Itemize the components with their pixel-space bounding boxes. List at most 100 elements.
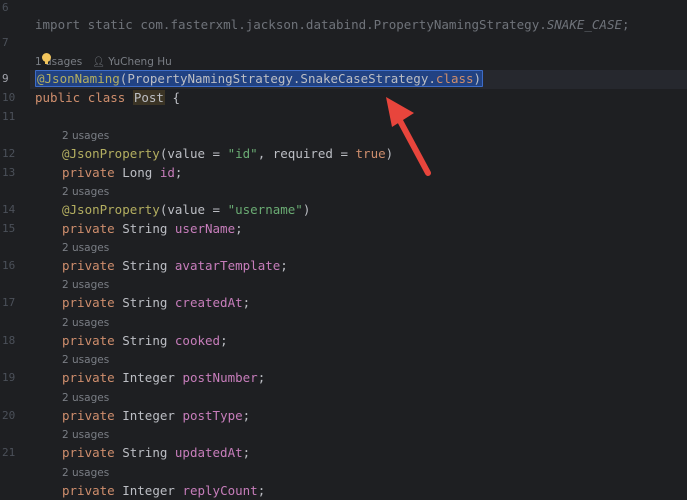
- usages-hint[interactable]: 2 usages: [62, 315, 109, 331]
- annotation-name: @JsonNaming: [37, 71, 120, 86]
- modifier: private: [62, 483, 115, 498]
- code-editor[interactable]: 6 7 9 10 11 12 13 14 15 16 17 18 19 20 2…: [0, 0, 687, 500]
- field-line[interactable]: private Integer replyCount;: [62, 482, 687, 500]
- field-type: String: [122, 445, 168, 460]
- strategy-class-ref: PropertyNamingStrategy.SnakeCaseStrategy: [127, 71, 429, 86]
- field-line[interactable]: private String userName;: [62, 220, 687, 238]
- field-line[interactable]: private String createdAt;: [62, 294, 687, 312]
- modifier: private: [62, 165, 115, 180]
- line-number: 13: [2, 166, 16, 179]
- field-line[interactable]: private String cooked;: [62, 332, 687, 350]
- json-property-id-line[interactable]: @JsonProperty(value = "id", required = t…: [62, 145, 687, 163]
- line-number: 12: [2, 147, 16, 160]
- class-name: Post: [132, 90, 165, 105]
- line-number: 20: [2, 409, 16, 422]
- line-number: 7: [2, 36, 9, 49]
- usages-hint[interactable]: 2 usages: [62, 390, 109, 406]
- semicolon: ;: [242, 295, 251, 310]
- author-name: YuCheng Hu: [108, 56, 172, 68]
- line-number: 11: [2, 110, 16, 123]
- usages-hint[interactable]: 2 usages: [62, 277, 109, 293]
- line-number: 21: [2, 446, 16, 459]
- line-number: 14: [2, 203, 16, 216]
- red-arrow-icon: [386, 97, 431, 176]
- field-name: cooked: [174, 333, 221, 348]
- modifier: private: [62, 221, 115, 236]
- public-keyword: public: [35, 90, 81, 105]
- usages-hint[interactable]: 2 usages: [62, 240, 109, 256]
- class-keyword: class: [87, 90, 126, 105]
- field-type: Integer: [122, 370, 175, 385]
- field-type: String: [122, 221, 168, 236]
- modifier: private: [62, 408, 115, 423]
- field-line[interactable]: private String updatedAt;: [62, 444, 687, 462]
- string-literal: "id": [227, 146, 258, 161]
- field-name: createdAt: [174, 295, 243, 310]
- semicolon: ;: [257, 370, 266, 385]
- field-type: Integer: [122, 483, 175, 498]
- semicolon: ;: [220, 333, 228, 348]
- annotation-name: @JsonProperty: [62, 202, 160, 217]
- annotation-args-mid: , required =: [257, 146, 356, 161]
- usages-hint[interactable]: 2 usages: [62, 465, 109, 481]
- json-property-username-line[interactable]: @JsonProperty(value = "username"): [62, 201, 687, 219]
- semicolon: ;: [174, 165, 183, 180]
- close-paren: ): [473, 71, 482, 86]
- field-line[interactable]: private String avatarTemplate;: [62, 257, 687, 275]
- line-number: 19: [2, 371, 16, 384]
- modifier: private: [62, 445, 115, 460]
- line-number: 9: [2, 72, 9, 85]
- modifier: private: [62, 333, 115, 348]
- line-number: 17: [2, 296, 16, 309]
- field-type: String: [122, 258, 168, 273]
- import-text: import static com.fasterxml.jackson.data…: [35, 17, 547, 32]
- field-name: avatarTemplate: [174, 258, 281, 273]
- semicolon: ;: [242, 445, 251, 460]
- usages-hint[interactable]: 2 usages: [62, 184, 109, 200]
- field-type: String: [122, 295, 168, 310]
- semicolon: ;: [280, 258, 288, 273]
- line-number: 16: [2, 259, 16, 272]
- usages-hint[interactable]: 2 usages: [62, 352, 109, 368]
- class-declaration-line[interactable]: public class Post {: [35, 89, 687, 107]
- import-statement[interactable]: import static com.fasterxml.jackson.data…: [35, 16, 687, 34]
- field-type: Integer: [122, 408, 175, 423]
- field-type: Long: [122, 165, 153, 180]
- line-number: 18: [2, 334, 16, 347]
- string-literal: "username": [227, 202, 303, 217]
- class-usages-hint[interactable]: 1 usages 👤︎ YuCheng Hu: [35, 54, 172, 70]
- semicolon: ;: [242, 408, 251, 423]
- annotation-name: @JsonProperty: [62, 146, 160, 161]
- json-naming-annotation-line[interactable]: @JsonNaming(PropertyNamingStrategy.Snake…: [35, 70, 687, 88]
- line-number-gutter[interactable]: 6 7 9 10 11 12 13 14 15 16 17 18 19 20 2…: [0, 0, 30, 500]
- person-icon: 👤︎: [92, 57, 105, 68]
- usages-hint[interactable]: 2 usages: [62, 128, 109, 144]
- lightbulb-icon[interactable]: [42, 53, 51, 64]
- usages-hint[interactable]: 2 usages: [62, 427, 109, 443]
- line-number: 15: [2, 222, 16, 235]
- field-name: id: [159, 165, 175, 180]
- modifier: private: [62, 295, 115, 310]
- field-line[interactable]: private Integer postNumber;: [62, 369, 687, 387]
- open-brace: {: [172, 90, 181, 105]
- field-name: postNumber: [182, 370, 258, 385]
- field-name: updatedAt: [174, 445, 243, 460]
- field-name: postType: [182, 408, 243, 423]
- semicolon: ;: [235, 221, 243, 236]
- line-number: 10: [2, 91, 16, 104]
- modifier: private: [62, 258, 115, 273]
- field-name: userName: [174, 221, 236, 236]
- dot: .: [428, 71, 436, 86]
- annotation-args-open: (value =: [159, 146, 228, 161]
- annotation-args-open: (value =: [159, 202, 228, 217]
- field-name: replyCount: [182, 483, 258, 498]
- class-keyword: class: [435, 71, 474, 86]
- field-line[interactable]: private Long id;: [62, 164, 687, 182]
- import-constant: SNAKE_CASE: [546, 17, 623, 32]
- selected-annotation[interactable]: @JsonNaming(PropertyNamingStrategy.Snake…: [35, 70, 484, 87]
- field-line[interactable]: private Integer postType;: [62, 407, 687, 425]
- modifier: private: [62, 370, 115, 385]
- import-semicolon: ;: [622, 17, 630, 32]
- field-type: String: [122, 333, 168, 348]
- line-number: 6: [2, 1, 9, 14]
